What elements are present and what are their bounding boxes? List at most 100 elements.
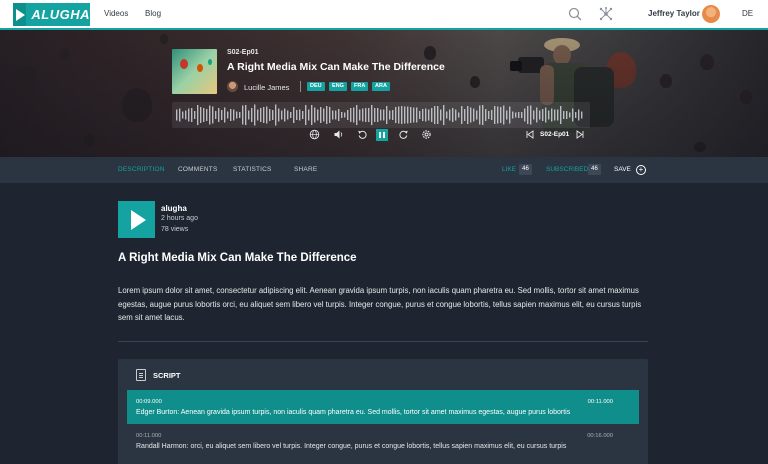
waveform-bar [176,109,178,121]
user-avatar[interactable] [702,5,720,23]
waveform-bar [239,112,241,118]
save-button[interactable]: SAVE [614,166,631,173]
waveform-bar [458,112,460,118]
network-icon[interactable] [598,6,614,22]
waveform-bar [506,110,508,120]
audio-waveform[interactable] [172,102,590,128]
waveform-bar [260,108,262,122]
waveform-bar [242,105,244,125]
subscribed-count: 46 [588,164,601,175]
segment-end-time: 00:16.000 [587,433,613,439]
waveform-bar [401,106,403,124]
waveform-bar [479,105,481,125]
waveform-bar [272,110,274,120]
waveform-bar [359,109,361,121]
channel-name[interactable]: alugha [161,204,187,213]
nav-link-blog[interactable]: Blog [145,9,161,18]
pause-button[interactable] [376,129,388,141]
waveform-bar [551,108,553,122]
globe-icon[interactable] [309,129,320,140]
logo-play-icon [13,3,27,26]
waveform-bar [311,105,313,125]
waveform-bar [467,106,469,124]
waveform-bar [200,107,202,123]
waveform-bar [227,111,229,119]
plus-circle-icon[interactable]: + [636,165,646,175]
tab-statistics[interactable]: STATISTICS [233,166,272,173]
user-name[interactable]: Jeffrey Taylor [648,9,700,18]
script-title: SCRIPT [153,371,181,380]
waveform-bar [320,107,322,123]
segment-end-time: 00:11.000 [587,399,613,405]
tab-description[interactable]: DESCRIPTION [118,166,165,173]
waveform-bar [524,108,526,122]
logo-text: ALUGHA [31,7,90,22]
search-icon[interactable] [568,7,582,21]
waveform-bar [536,107,538,123]
waveform-bar [560,106,562,124]
waveform-bar [263,107,265,123]
waveform-bar [503,105,505,125]
waveform-bar [500,107,502,123]
waveform-bar [557,109,559,121]
tab-share[interactable]: SHARE [294,166,317,173]
waveform-bar [464,109,466,121]
waveform-bar [317,109,319,121]
waveform-bar [305,105,307,125]
script-segment-active[interactable]: 00:09.000 00:11.000 Edger Burton: Aenean… [127,390,639,424]
language-chip-fra[interactable]: FRA [351,82,369,91]
volume-icon[interactable] [333,129,344,140]
waveform-bar [338,109,340,121]
episode-thumbnail[interactable] [172,49,217,94]
waveform-bar [281,110,283,120]
waveform-bar [440,109,442,121]
waveform-bar [515,112,517,118]
waveform-bar [275,104,277,126]
waveform-bar [398,106,400,124]
tab-comments[interactable]: COMMENTS [178,166,218,173]
alugha-logo[interactable]: ALUGHA [13,3,90,26]
script-segment[interactable]: 00:11.000 00:16.000 Randall Harmon: orci… [127,424,639,458]
settings-icon[interactable] [421,129,432,140]
waveform-bar [476,110,478,120]
waveform-bar [410,107,412,123]
language-selector[interactable]: DE [742,9,753,18]
subscribed-button[interactable]: SUBSCRIBED [546,166,588,173]
waveform-bar [383,109,385,121]
waveform-bar [236,111,238,119]
rewind-icon[interactable] [357,129,368,140]
waveform-bar [269,109,271,121]
next-episode-icon[interactable] [575,129,586,140]
waveform-bar [434,106,436,124]
waveform-bar [245,105,247,125]
waveform-bar [314,107,316,123]
forward-icon[interactable] [398,129,409,140]
waveform-bar [581,111,583,119]
waveform-bar [179,108,181,122]
previous-episode-icon[interactable] [524,129,535,140]
speaker-avatar [227,81,238,92]
waveform-bar [578,109,580,121]
waveform-bar [296,110,298,120]
language-chip-ara[interactable]: ARA [372,82,390,91]
waveform-bar [443,105,445,125]
waveform-bar [191,108,193,122]
speaker-name[interactable]: Lucille James [244,83,289,92]
waveform-bar [488,111,490,119]
waveform-bar [323,108,325,122]
waveform-bar [395,107,397,123]
divider [300,81,301,92]
waveform-bar [473,108,475,122]
waveform-bar [302,111,304,119]
episode-code: S02-Ep01 [227,49,259,56]
language-chip-eng[interactable]: ENG [329,82,347,91]
language-chip-deu[interactable]: DEU [307,82,325,91]
nav-link-videos[interactable]: Videos [104,9,128,18]
waveform-bar [257,109,259,121]
waveform-bar [542,109,544,121]
channel-logo[interactable] [118,201,155,238]
like-button[interactable]: LIKE [502,166,516,173]
waveform-bar [212,106,214,124]
waveform-bar [335,110,337,120]
script-panel: SCRIPT 00:09.000 00:11.000 Edger Burton:… [118,359,648,464]
